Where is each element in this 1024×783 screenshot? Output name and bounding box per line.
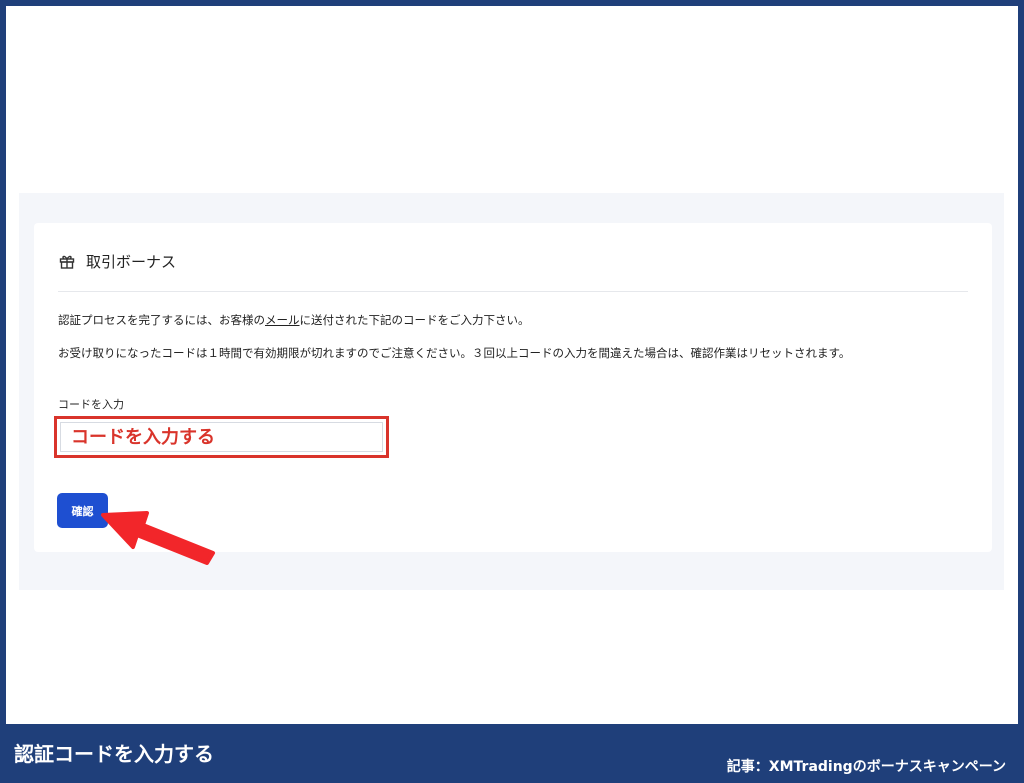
instruction-text: 認証プロセスを完了するには、お客様のメールに送付された下記のコードをご入力下さい… (58, 312, 530, 328)
code-highlight-box (54, 416, 389, 458)
code-field-label: コードを入力 (58, 398, 124, 411)
instruction-suffix: に送付された下記のコードをご入力下さい。 (299, 313, 530, 327)
gift-icon (58, 252, 76, 270)
expiry-notice: お受け取りになったコードは１時間で有効期限が切れますのでご注意ください。３回以上… (58, 346, 851, 360)
code-input[interactable] (60, 422, 383, 452)
pointer-arrow-icon (101, 511, 215, 565)
header-divider (58, 291, 968, 292)
caption-article: 記事：XMTradingのボーナスキャンペーン (726, 759, 1006, 775)
caption-bar: 認証コードを入力する 記事：XMTradingのボーナスキャンペーン (0, 724, 1024, 783)
card-header: 取引ボーナス (58, 249, 176, 273)
instruction-prefix: 認証プロセスを完了するには、お客様の (58, 313, 265, 327)
card-title: 取引ボーナス (86, 252, 177, 271)
caption-title: 認証コードを入力する (14, 742, 214, 766)
mail-link[interactable]: メール (265, 313, 300, 327)
